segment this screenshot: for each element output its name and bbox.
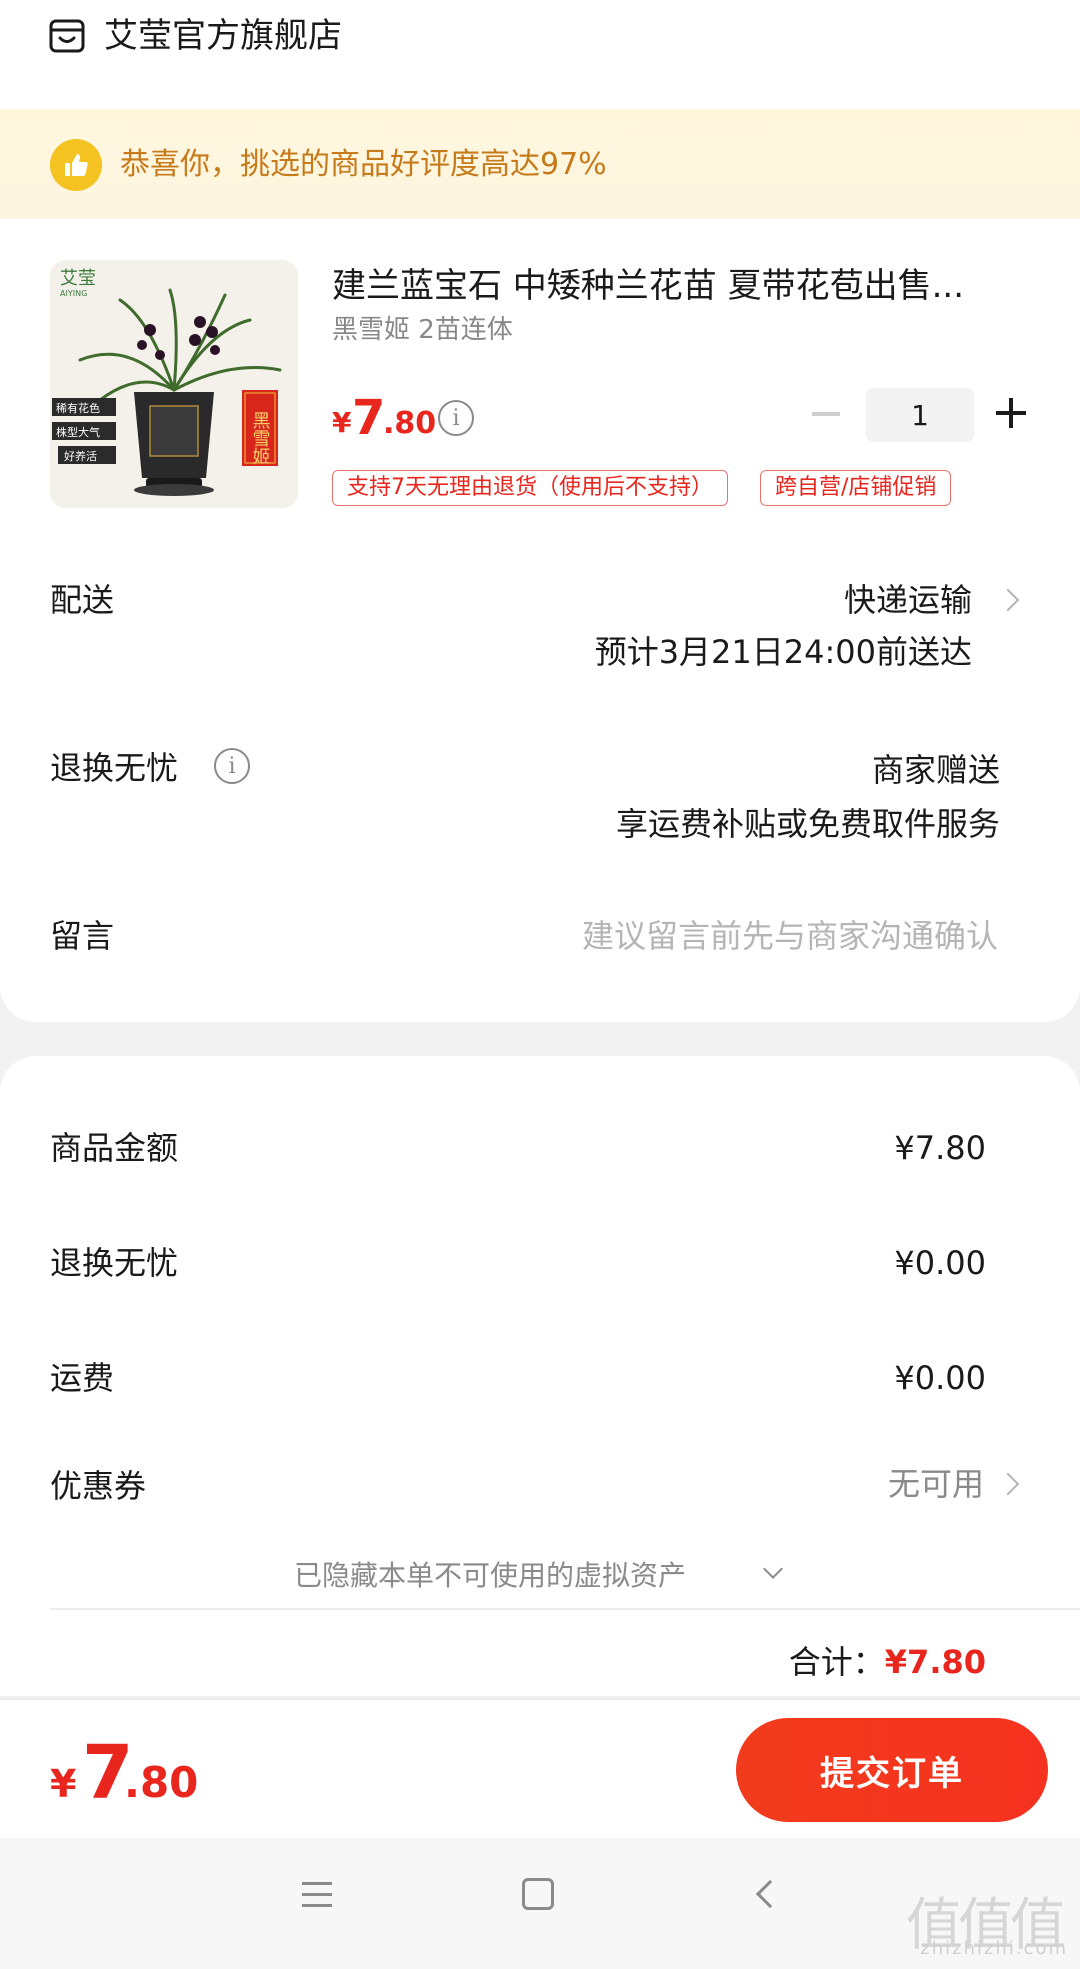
- menu-icon[interactable]: [302, 1882, 332, 1908]
- coupon-label: 优惠券: [50, 1467, 147, 1505]
- delivery-eta: 预计3月21日24:00前送达: [594, 633, 972, 671]
- summary-row-label: 商品金额: [50, 1129, 179, 1167]
- thumbs-up-icon: [50, 139, 102, 191]
- product-price-symbol: ¥: [332, 406, 352, 439]
- message-label: 留言: [50, 917, 115, 955]
- summary-row-label: 运费: [50, 1359, 115, 1397]
- product-image-brand: 艾莹: [60, 268, 96, 289]
- watermark-url: zhizhizhi.com: [920, 1938, 1068, 1959]
- product-image-brand-en: AIYING: [60, 289, 87, 298]
- coupon-value[interactable]: 无可用: [888, 1462, 984, 1506]
- summary-row-label: 退换无忧: [50, 1244, 179, 1282]
- quantity-field[interactable]: 1: [866, 388, 974, 442]
- banner-text: 恭喜你，挑选的商品好评度高达97%: [120, 147, 607, 182]
- returns-value: 商家赠送: [871, 751, 1000, 789]
- rating-banner: 恭喜你，挑选的商品好评度高达97%: [0, 109, 1080, 219]
- hidden-assets-text: 已隐藏本单不可使用的虚拟资产: [294, 1559, 687, 1592]
- returns-label: 退换无忧: [50, 749, 179, 787]
- bottom-price-symbol: ¥: [50, 1762, 77, 1806]
- delivery-chevron-icon[interactable]: [996, 588, 1020, 612]
- divider: [50, 1608, 1080, 1610]
- hidden-assets-toggle[interactable]: 已隐藏本单不可使用的虚拟资产: [294, 1556, 686, 1596]
- system-nav-bar: 值值值 zhizhizhi.com: [0, 1838, 1080, 1969]
- checkout-bar: ¥ 7 .80 提交订单: [0, 1698, 1080, 1838]
- quantity-increase-button[interactable]: [996, 398, 1026, 428]
- delivery-label: 配送: [50, 581, 115, 619]
- promotion-tag: 跨自营/店铺促销: [760, 470, 952, 506]
- product-image-badge-2: 株型大气: [56, 425, 100, 439]
- shop-name[interactable]: 艾莹官方旗舰店: [104, 14, 342, 58]
- home-icon[interactable]: [522, 1878, 554, 1910]
- coupon-chevron-icon[interactable]: [996, 1472, 1020, 1496]
- quantity-decrease-button[interactable]: [812, 412, 840, 416]
- shop-icon: [48, 17, 86, 55]
- back-icon[interactable]: [755, 1879, 785, 1909]
- chevron-down-icon[interactable]: [763, 1559, 783, 1579]
- bottom-price-decimal: .80: [124, 1758, 199, 1807]
- summary-row-value: ¥7.80: [894, 1129, 986, 1167]
- returns-info-icon[interactable]: i: [214, 748, 250, 784]
- product-image-badge-3: 好养活: [64, 449, 97, 463]
- price-info-icon[interactable]: i: [438, 400, 474, 436]
- product-price-decimal: .80: [383, 406, 437, 441]
- product-image-badge-1: 稀有花色: [56, 401, 100, 415]
- order-card: 艾莹官方旗舰店 恭喜你，挑选的商品好评度高达97% 艾莹 AIYING 稀有花色…: [0, 0, 1080, 1022]
- product-price-int: 7: [352, 390, 386, 446]
- return-policy-tag: 支持7天无理由退货（使用后不支持）: [332, 470, 728, 506]
- total-value: ¥7.80: [884, 1643, 986, 1681]
- product-image[interactable]: 艾莹 AIYING 稀有花色 株型大气 好养活 黑雪姬: [50, 260, 298, 508]
- total-label: 合计：: [788, 1643, 885, 1681]
- summary-card: 商品金额 ¥7.80 退换无忧 ¥0.00 运费 ¥0.00 优惠券 无可用 已…: [0, 1056, 1080, 1696]
- delivery-method[interactable]: 快递运输: [844, 578, 972, 622]
- divider: [0, 1698, 1080, 1700]
- message-input[interactable]: 建议留言前先与商家沟通确认: [582, 914, 998, 958]
- submit-order-button[interactable]: 提交订单: [736, 1718, 1048, 1822]
- product-image-name-label: 黑雪姬: [250, 411, 271, 465]
- returns-service: 享运费补贴或免费取件服务: [615, 805, 1000, 843]
- product-title[interactable]: 建兰蓝宝石 中矮种兰花苗 夏带花苞出售...: [332, 262, 1012, 310]
- product-variant[interactable]: 黑雪姬 2苗连体: [332, 312, 513, 348]
- summary-row-value: ¥0.00: [894, 1244, 986, 1282]
- total-row: 合计：¥7.80: [789, 1640, 986, 1684]
- summary-row-value: ¥0.00: [894, 1359, 986, 1397]
